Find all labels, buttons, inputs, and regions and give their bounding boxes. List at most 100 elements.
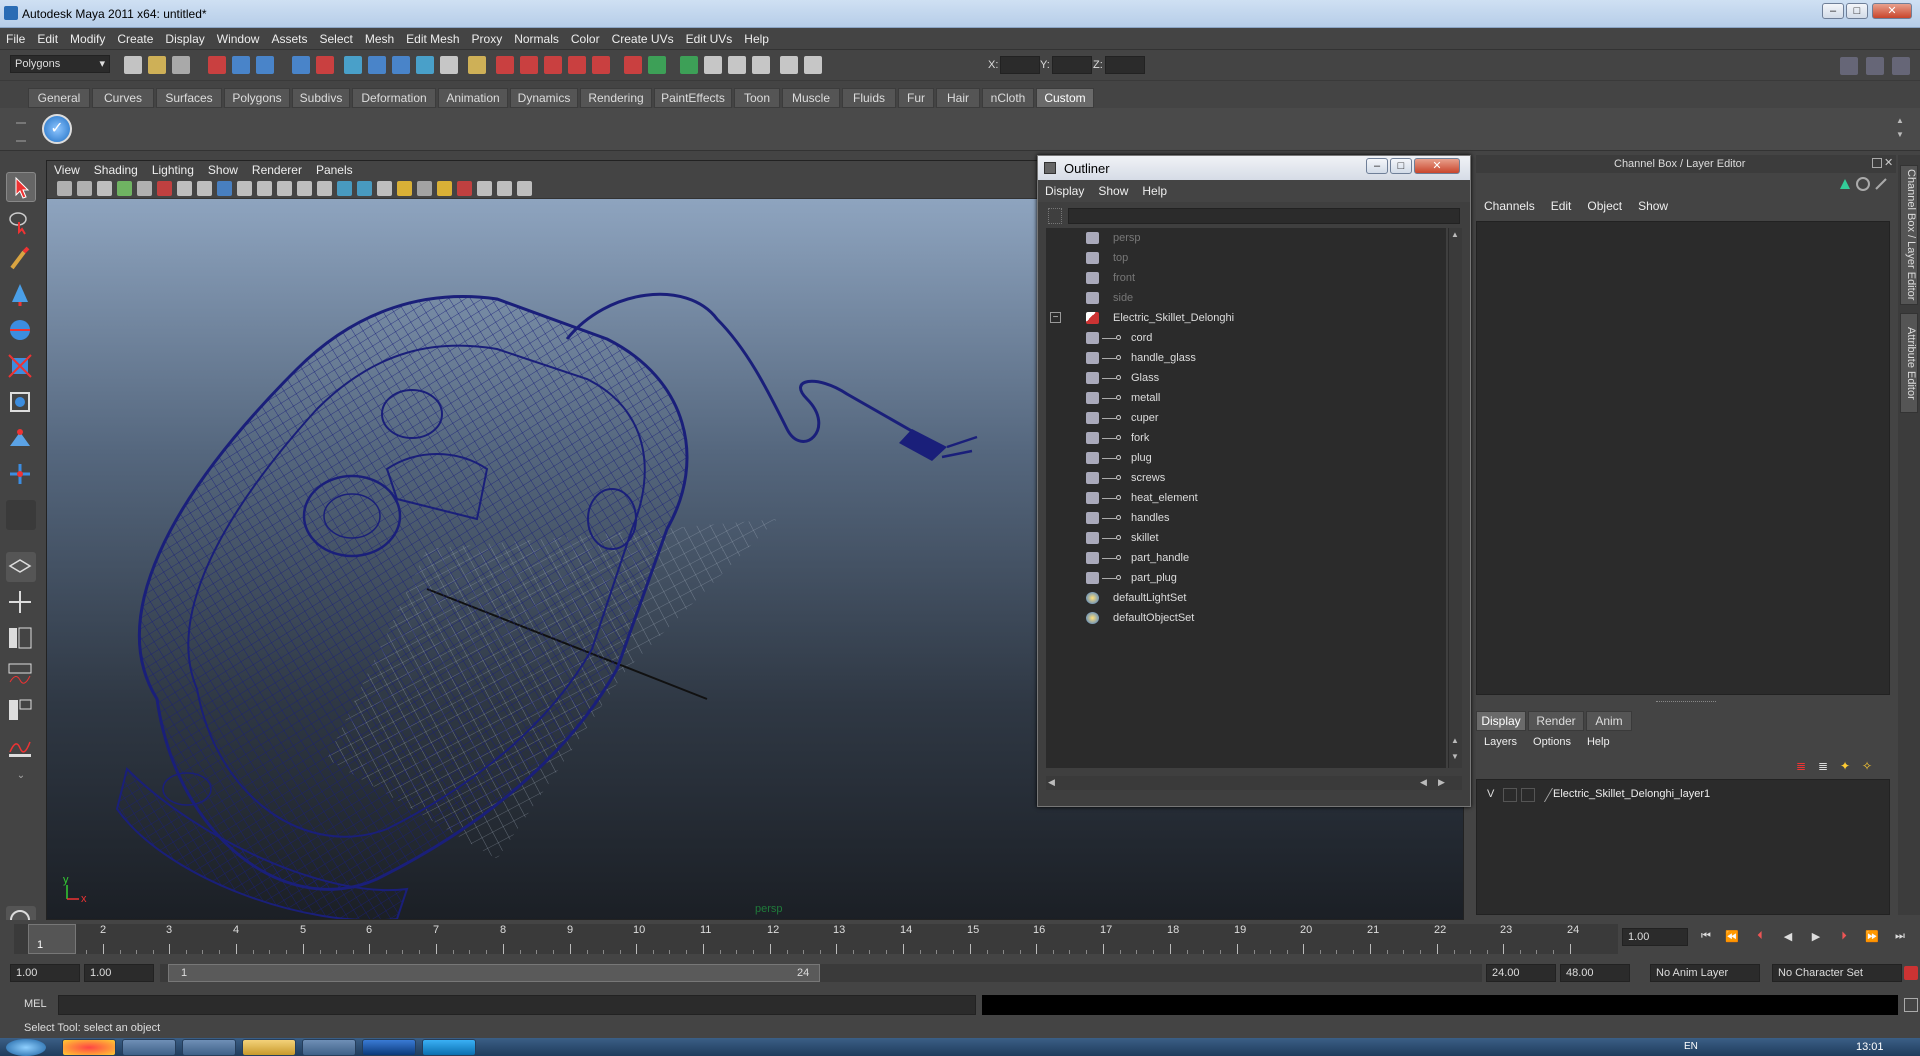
manipulator-tool-icon[interactable] [6,388,36,418]
lasso-tool-icon[interactable] [6,208,36,238]
menu-mesh[interactable]: Mesh [359,29,400,46]
outliner-item-side[interactable]: side [1046,288,1446,308]
viewport-frame-selected-icon[interactable] [517,181,532,196]
layer-tab-anim[interactable]: Anim [1586,711,1632,731]
shelf-tab-deformation[interactable]: Deformation [352,88,436,108]
channel-menu-edit[interactable]: Edit [1543,197,1580,213]
select-component-icon[interactable] [256,56,274,74]
viewport-high-quality-icon[interactable] [437,181,452,196]
scroll-left-icon[interactable]: ◀ [1048,777,1055,788]
auto-key-icon[interactable] [1904,966,1918,980]
panel-close-icon[interactable]: ✕ [1884,156,1893,169]
scroll-left-icon-right[interactable]: ◀ [1420,777,1427,788]
taskbar-photoshop-icon[interactable] [362,1039,416,1056]
show-manipulator-icon[interactable] [6,460,36,490]
menu-create[interactable]: Create [111,29,159,46]
checkmark-shelf-icon[interactable]: ✓ [42,114,72,144]
outliner-item-plug[interactable]: plug [1046,448,1446,468]
outliner-item-electric-skillet-delonghi[interactable]: − Electric_Skillet_Delonghi [1046,308,1446,328]
soft-select-icon[interactable] [780,56,798,74]
shelf-tab-curves[interactable]: Curves [92,88,154,108]
current-time-field[interactable]: 1.00 [1622,928,1688,946]
panel-splitter[interactable] [1656,701,1716,705]
z-field[interactable] [1105,56,1145,74]
viewport-smooth-shade-icon[interactable] [337,181,352,196]
viewport-menu-shading[interactable]: Shading [87,161,145,177]
outliner-maximize-button[interactable]: □ [1390,158,1412,174]
command-language-label[interactable]: MEL [24,998,47,1010]
layer-stack-icon[interactable]: ≣ [1818,759,1836,775]
go-to-end-icon[interactable]: ⏭ [1892,930,1908,944]
viewport-image-plane-icon[interactable] [117,181,132,196]
snap-grid-icon[interactable] [344,56,362,74]
menu-normals[interactable]: Normals [508,29,565,46]
more-layouts-icon[interactable]: ⌄ [6,770,36,784]
outliner-item-persp[interactable]: persp [1046,228,1446,248]
scroll-up-icon[interactable]: ▲ [1451,230,1459,239]
render-batch-icon[interactable] [680,56,698,74]
taskbar-maya-icon[interactable] [122,1039,176,1056]
outliner-item-defaultlightset[interactable]: defaultLightSet [1046,588,1446,608]
shelf-tab-animation[interactable]: Animation [438,88,508,108]
outliner-item-cord[interactable]: cord [1046,328,1446,348]
scroll-down-icon[interactable]: ▼ [1451,752,1459,761]
anim-end-field[interactable]: 48.00 [1560,964,1630,982]
viewport-gate-mask-icon[interactable] [237,181,252,196]
open-scene-icon[interactable] [148,56,166,74]
playback-end-field[interactable]: 24.00 [1486,964,1556,982]
maximize-button[interactable]: □ [1846,3,1868,19]
outliner-item-defaultobjectset[interactable]: defaultObjectSet [1046,608,1446,628]
outliner-vertical-scrollbar[interactable]: ▲ ▲ ▼ [1448,228,1462,768]
taskbar-app-icon[interactable] [182,1039,236,1056]
shelf-tab-ncloth[interactable]: nCloth [982,88,1034,108]
outliner-menu-help[interactable]: Help [1135,180,1174,198]
shelf-menu-icon[interactable] [16,122,26,142]
layer-row[interactable]: V Electric_Skillet_Delonghi_layer1 [1481,786,1881,804]
shelf-tab-dynamics[interactable]: Dynamics [510,88,578,108]
menu-window[interactable]: Window [211,29,266,46]
new-scene-icon[interactable] [124,56,142,74]
viewport-shadows-icon[interactable] [417,181,432,196]
viewport-camera-select-icon[interactable] [57,181,72,196]
viewport-use-all-lights-icon[interactable] [397,181,412,196]
outliner-item-cuper[interactable]: cuper [1046,408,1446,428]
menu-create-uvs[interactable]: Create UVs [606,29,680,46]
render-view-icon[interactable] [624,56,642,74]
step-back-frame-icon[interactable]: ⏴ [1752,930,1768,944]
minimize-button[interactable]: – [1822,3,1844,19]
channel-key-icon[interactable] [1838,177,1852,191]
paint-select-tool-icon[interactable] [6,244,36,274]
hypershade-icon[interactable] [568,56,586,74]
menu-edit[interactable]: Edit [31,29,64,46]
create-layer-icon[interactable]: ✦ [1840,759,1858,775]
character-set-dropdown[interactable]: No Character Set [1772,964,1902,982]
outliner-item-metall[interactable]: metall [1046,388,1446,408]
outliner-item-handle-glass[interactable]: handle_glass [1046,348,1446,368]
outliner-item-heat-element[interactable]: heat_element [1046,488,1446,508]
snap-point-icon[interactable] [392,56,410,74]
layer-tab-display[interactable]: Display [1476,711,1526,731]
command-input[interactable] [58,995,976,1015]
layout-icon[interactable] [1840,57,1858,75]
snap-plane-icon[interactable] [416,56,434,74]
play-backward-icon[interactable]: ◀ [1780,930,1796,944]
viewport-film-gate-icon[interactable] [197,181,212,196]
outliner-item-screws[interactable]: screws [1046,468,1446,488]
viewport-camera-attributes-icon[interactable] [77,181,92,196]
channel-pin-icon[interactable] [1874,177,1888,191]
collapse-toggle-icon[interactable]: − [1050,312,1061,323]
menu-modify[interactable]: Modify [64,29,111,46]
outliner-item-skillet[interactable]: skillet [1046,528,1446,548]
input-output-icon[interactable] [704,56,722,74]
outliner-item-top[interactable]: top [1046,248,1446,268]
menu-help[interactable]: Help [738,29,775,46]
layer-visibility-toggle[interactable]: V [1487,788,1494,800]
viewport-menu-show[interactable]: Show [201,161,245,177]
move-tool-icon[interactable] [6,280,36,310]
channel-menu-object[interactable]: Object [1579,197,1630,213]
last-tool-slot[interactable] [6,500,36,530]
time-slider-track[interactable]: 1234567891011121314151617181920212223241 [14,924,1618,954]
tab-channel-box[interactable]: Channel Box / Layer Editor [1900,165,1918,305]
shelf-tab-muscle[interactable]: Muscle [782,88,840,108]
outliner-item-glass[interactable]: Glass [1046,368,1446,388]
